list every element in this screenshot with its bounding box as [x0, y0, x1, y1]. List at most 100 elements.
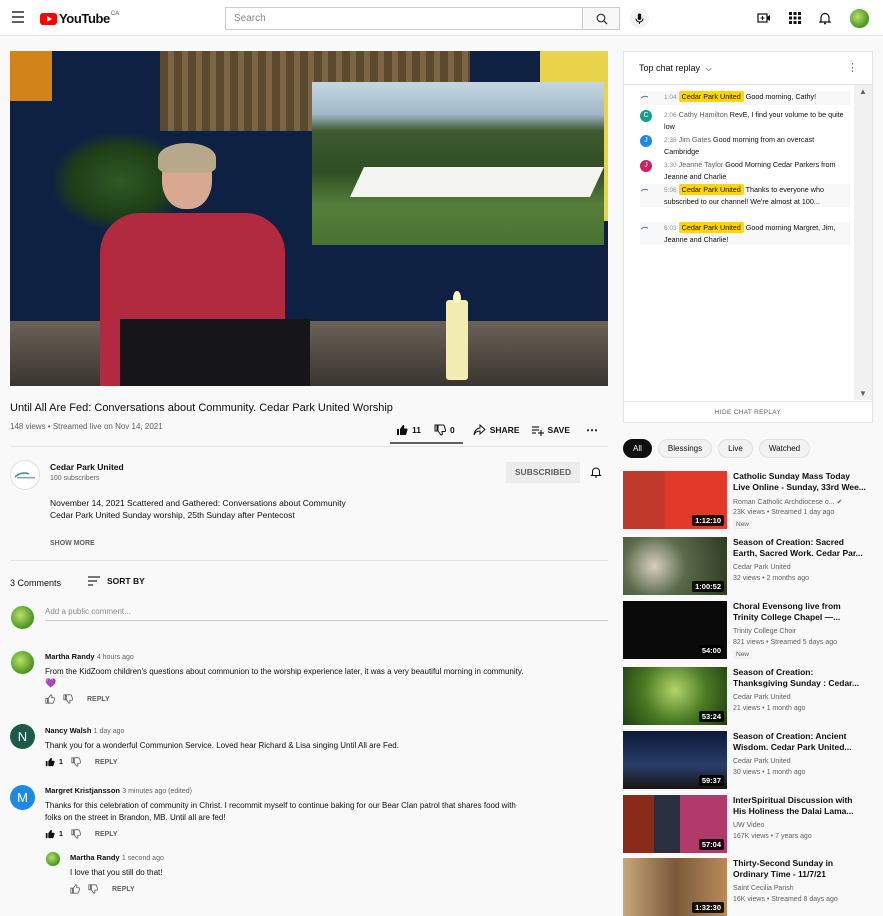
title-line: Wisdom. Cedar Park United...: [733, 742, 852, 752]
recommended-video[interactable]: 53:24 Season of Creation: Thanksgiving Su…: [623, 667, 883, 725]
video-thumbnail[interactable]: 1:00:52: [623, 537, 727, 595]
thumbs-up-icon[interactable]: [70, 884, 80, 894]
recommended-meta: 167K views • 7 years ago: [733, 833, 812, 840]
more-actions-icon[interactable]: ⋯: [586, 423, 598, 437]
recommended-title: Choral Evensong live from Trinity College…: [733, 601, 883, 623]
video-player[interactable]: [10, 51, 608, 386]
video-thumbnail[interactable]: 53:24: [623, 667, 727, 725]
create-video-icon[interactable]: [757, 11, 771, 25]
recommended-channel: Cedar Park United: [733, 694, 791, 701]
title-line: Choral Evensong live from: [733, 601, 841, 611]
thumbs-down-icon[interactable]: [88, 884, 98, 894]
title-line: Thirty-Second Sunday in: [733, 858, 834, 868]
video-thumbnail[interactable]: 59:37: [623, 731, 727, 789]
thumbs-down-icon[interactable]: [63, 694, 73, 704]
video-duration: 57:04: [698, 839, 724, 850]
reply-button[interactable]: REPLY: [87, 696, 110, 703]
recommended-video[interactable]: 1:32:30 Thirty-Second Sunday in Ordinary …: [623, 858, 883, 916]
share-button[interactable]: SHARE: [473, 424, 520, 436]
chevron-down-icon[interactable]: ⌵: [706, 64, 712, 73]
more-options-icon[interactable]: ⋮: [847, 61, 858, 74]
comment-author[interactable]: Martha Randy: [45, 652, 95, 661]
reply-button[interactable]: REPLY: [95, 759, 118, 766]
chip-blessings[interactable]: Blessings: [657, 439, 713, 458]
recommended-title: Season of Creation: Sacred Earth, Sacred …: [733, 537, 883, 559]
video-thumbnail[interactable]: 1:12:10: [623, 471, 727, 529]
comment-author[interactable]: Nancy Walsh: [45, 726, 91, 735]
divider: [10, 560, 608, 561]
sort-by-button[interactable]: SORT BY: [88, 576, 145, 586]
channel-logo-icon: [640, 188, 649, 192]
subscribe-button[interactable]: SUBSCRIBED: [506, 462, 580, 483]
recommended-channel: UW Video: [733, 822, 765, 829]
apps-grid-icon[interactable]: [788, 11, 802, 25]
reply-button[interactable]: REPLY: [95, 831, 118, 838]
comment-author[interactable]: Margret Kristjansson: [45, 786, 120, 795]
show-more-button[interactable]: SHOW MORE: [50, 540, 95, 547]
title-line: Trinity College Chapel —...: [733, 612, 841, 622]
menu-icon[interactable]: [12, 11, 24, 23]
thumbs-up-icon[interactable]: [45, 829, 55, 839]
hide-chat-replay-button[interactable]: HIDE CHAT REPLAY: [624, 401, 872, 423]
video-thumbnail[interactable]: 57:04: [623, 795, 727, 853]
comment-time[interactable]: 1 day ago: [94, 728, 125, 735]
thumbs-up-icon[interactable]: [45, 694, 55, 704]
recommended-channel: Roman Catholic Archdiocese o... ✔: [733, 498, 842, 506]
video-thumbnail[interactable]: 54:00: [623, 601, 727, 659]
dislike-button[interactable]: 0: [434, 424, 455, 436]
channel-bell-icon[interactable]: [590, 466, 602, 478]
comment-time[interactable]: 1 second ago: [122, 855, 164, 862]
title-line: Season of Creation:: [733, 667, 814, 677]
recommended-meta: 23K views • Streamed 1 day ago: [733, 509, 835, 516]
comment-like-count: 1: [59, 830, 63, 838]
sort-label: SORT BY: [107, 576, 145, 586]
comment-author[interactable]: Martha Randy: [70, 853, 120, 862]
thumbs-down-icon[interactable]: [71, 829, 81, 839]
comment-text: I love that you still do that!: [70, 868, 163, 877]
like-ratio-bar: [390, 442, 463, 444]
description-line: November 14, 2021 Scattered and Gathered…: [50, 498, 346, 508]
recommended-video[interactable]: 1:12:10 Catholic Sunday Mass Today Live O…: [623, 471, 883, 529]
chip-watched[interactable]: Watched: [758, 439, 811, 458]
recommended-video[interactable]: 54:00 Choral Evensong live from Trinity C…: [623, 601, 883, 659]
commenter-avatar[interactable]: [45, 851, 61, 867]
recommended-video[interactable]: 57:04 InterSpiritual Discussion with His …: [623, 795, 883, 853]
title-line: Catholic Sunday Mass Today: [733, 471, 850, 481]
add-comment-input[interactable]: Add a public comment...: [45, 607, 608, 621]
youtube-logo[interactable]: YouTube CA: [40, 11, 119, 26]
recommended-video[interactable]: 1:00:52 Season of Creation: Sacred Earth,…: [623, 537, 883, 595]
video-thumbnail[interactable]: 1:32:30: [623, 858, 727, 916]
recommended-video[interactable]: 59:37 Season of Creation: Ancient Wisdom.…: [623, 731, 883, 789]
commenter-avatar[interactable]: N: [10, 724, 35, 749]
chat-mode-label[interactable]: Top chat replay: [639, 63, 700, 73]
save-button[interactable]: SAVE: [531, 424, 570, 436]
comment-time[interactable]: 4 hours ago: [97, 654, 134, 661]
commenter-avatar[interactable]: M: [10, 785, 35, 810]
notifications-bell-icon[interactable]: [818, 11, 832, 25]
like-button[interactable]: 11: [396, 424, 421, 436]
voice-search-button[interactable]: [630, 9, 649, 28]
scroll-up-icon[interactable]: ▲: [859, 87, 867, 96]
search-input[interactable]: Search: [225, 7, 583, 30]
comment-text: Thank you for a wonderful Communion Serv…: [45, 741, 399, 750]
account-avatar[interactable]: [849, 8, 870, 29]
scroll-down-icon[interactable]: ▼: [859, 389, 867, 398]
comment-time[interactable]: 3 minutes ago (edited): [122, 788, 192, 795]
chip-all[interactable]: All: [623, 439, 652, 458]
thumbs-down-icon: [434, 424, 446, 436]
channel-name[interactable]: Cedar Park United: [50, 462, 124, 472]
video-duration: 53:24: [698, 711, 724, 722]
channel-avatar[interactable]: [10, 460, 40, 490]
commenter-avatar[interactable]: [10, 650, 35, 675]
like-count: 11: [412, 425, 421, 435]
chat-scrollbar[interactable]: ▲ ▼: [854, 85, 872, 400]
chat-header[interactable]: Top chat replay ⌵ ⋮: [624, 52, 872, 85]
dislike-count: 0: [450, 425, 455, 435]
long-table: [350, 167, 604, 197]
chip-live[interactable]: Live: [718, 439, 753, 458]
search-button[interactable]: [582, 7, 620, 30]
reply-button[interactable]: REPLY: [112, 886, 135, 893]
thumbs-up-icon[interactable]: [45, 757, 55, 767]
thumbs-down-icon[interactable]: [71, 757, 81, 767]
share-label: SHARE: [489, 425, 520, 435]
